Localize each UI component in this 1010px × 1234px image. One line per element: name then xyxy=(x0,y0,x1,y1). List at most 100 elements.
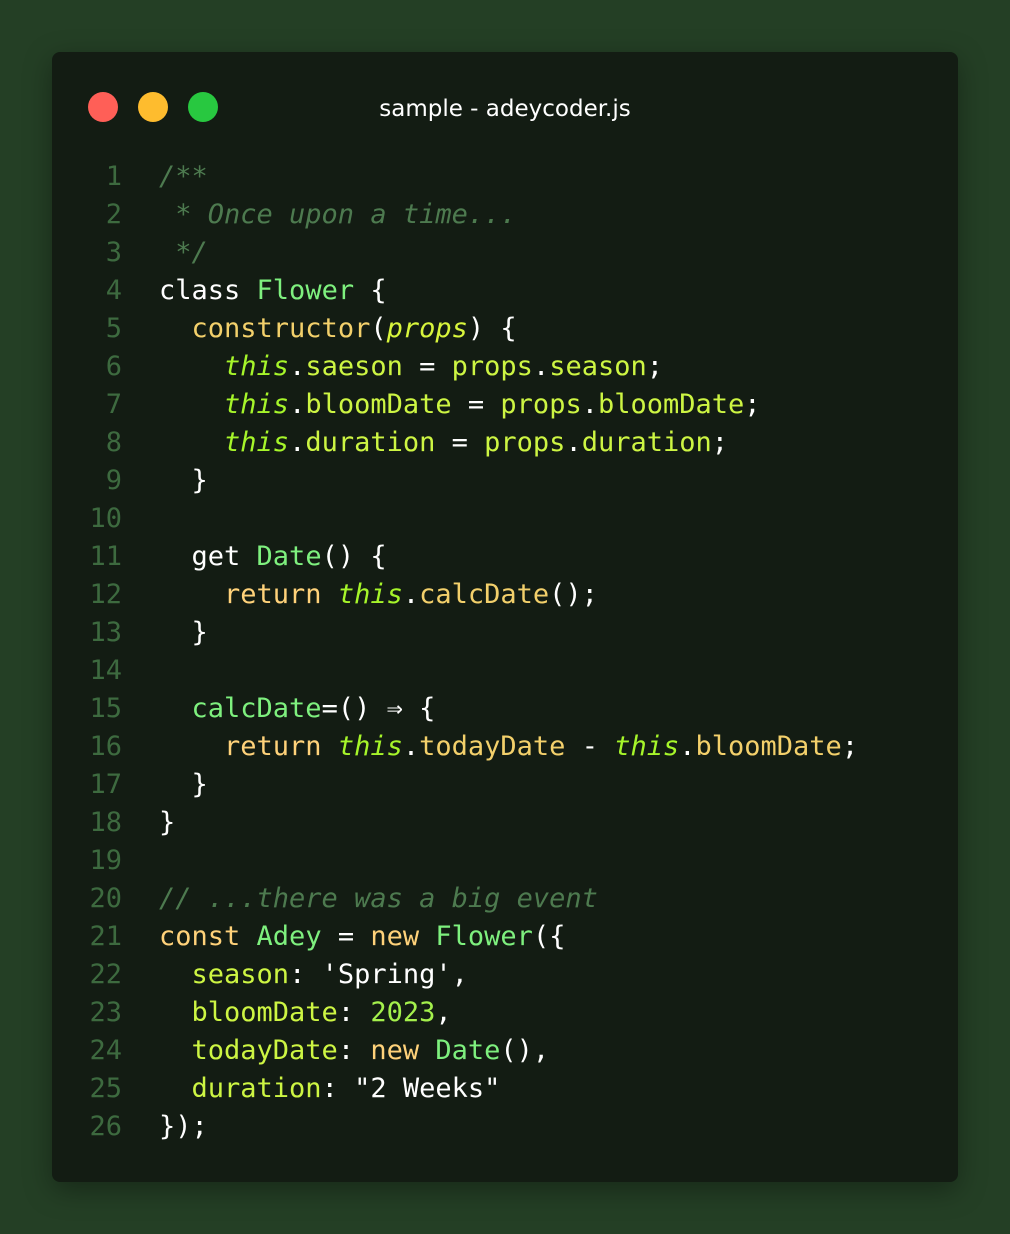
code-token: . xyxy=(402,579,420,610)
code-token: new xyxy=(370,1035,436,1066)
line-number: 9 xyxy=(105,465,122,496)
code-token: bloomDate xyxy=(191,997,338,1028)
code-token: saeson xyxy=(305,351,403,382)
code-token: Flower xyxy=(435,921,533,952)
code-editor[interactable]: 1/** 2 * Once upon a time... 3 */4 class Fl… xyxy=(52,158,958,1146)
code-token: . xyxy=(402,731,420,762)
line-number: 10 xyxy=(89,503,122,534)
code-line: 2 * Once upon a time... xyxy=(52,196,958,234)
line-number: 22 xyxy=(89,959,122,990)
code-token: calcDate xyxy=(419,579,550,610)
code-token: * Once upon a time... xyxy=(159,199,517,230)
code-token: Date xyxy=(435,1035,501,1066)
line-content: constructor(props) { xyxy=(159,310,517,348)
code-token: - xyxy=(565,731,615,762)
line-number: 7 xyxy=(105,389,122,420)
line-content: // ...there was a big event xyxy=(159,880,598,918)
code-line: 26}); xyxy=(52,1108,958,1146)
code-token: : xyxy=(289,959,322,990)
code-line: 25 duration: "2 Weeks" xyxy=(52,1070,958,1108)
code-token: (); xyxy=(549,579,598,610)
line-content: duration: "2 Weeks" xyxy=(159,1070,501,1108)
code-token: = xyxy=(402,351,452,382)
code-token: bloomDate xyxy=(695,731,842,762)
code-token: class xyxy=(159,275,257,306)
code-line: 11 get Date() { xyxy=(52,538,958,576)
code-token: = xyxy=(435,427,485,458)
code-token: , xyxy=(435,997,452,1028)
code-token: } xyxy=(159,617,208,648)
code-token: 'Spring' xyxy=(321,959,452,990)
code-token: ; xyxy=(646,351,664,382)
code-token: Adey xyxy=(256,921,322,952)
code-line: 20 // ...there was a big event xyxy=(52,880,958,918)
code-token: . xyxy=(581,389,598,420)
code-token: : xyxy=(337,997,371,1028)
code-token: this xyxy=(337,731,403,762)
window-titlebar: sample - adeycoder.js xyxy=(52,52,958,162)
code-token: */ xyxy=(159,237,208,268)
code-window: sample - adeycoder.js 1 /** 2 * Once upon … xyxy=(52,52,958,1182)
code-token: = xyxy=(321,921,371,952)
code-token: . xyxy=(565,427,582,458)
code-token: ; xyxy=(841,731,859,762)
code-token: : xyxy=(337,1035,371,1066)
code-line: 19 xyxy=(52,842,958,880)
code-token: . xyxy=(289,427,306,458)
line-content: * Once upon a time... xyxy=(159,196,517,234)
code-token: props xyxy=(386,313,468,344)
code-token: . xyxy=(679,731,696,762)
code-token: : xyxy=(321,1073,355,1104)
code-line: 13 } xyxy=(52,614,958,652)
code-token: Date xyxy=(256,541,322,572)
line-number: 20 xyxy=(89,883,122,914)
code-token: =() ⇒ { xyxy=(321,693,436,724)
line-number: 17 xyxy=(89,769,122,800)
line-content: get Date() { xyxy=(159,538,387,576)
code-line: 8 this.duration = props.duration; xyxy=(52,424,958,462)
code-line: 1 /** xyxy=(52,158,958,196)
code-line: 23 bloomDate: 2023, xyxy=(52,994,958,1032)
code-token: // ...there was a big event xyxy=(159,883,598,914)
line-content: this.saeson = props.season; xyxy=(159,348,663,386)
code-token: ({ xyxy=(532,921,566,952)
line-content: this.duration = props.duration; xyxy=(159,424,728,462)
code-token: bloomDate xyxy=(597,389,745,420)
code-line: 17 } xyxy=(52,766,958,804)
line-content: */ xyxy=(159,234,208,272)
code-line: 4 class Flower { xyxy=(52,272,958,310)
code-line: 21 const Adey = new Flower({ xyxy=(52,918,958,956)
code-token: season xyxy=(191,959,290,990)
code-token: duration xyxy=(305,427,436,458)
code-token: } xyxy=(159,769,208,800)
code-token: ; xyxy=(711,427,729,458)
code-token: todayDate xyxy=(419,731,566,762)
code-line: 18} xyxy=(52,804,958,842)
code-token: duration xyxy=(191,1073,322,1104)
line-content: class Flower { xyxy=(159,272,387,310)
line-number: 12 xyxy=(89,579,122,610)
code-line: 7 this.bloomDate = props.bloomDate; xyxy=(52,386,958,424)
code-token: ( xyxy=(370,313,387,344)
code-token: props xyxy=(484,427,566,458)
line-content: bloomDate: 2023, xyxy=(159,994,452,1032)
code-token: Flower xyxy=(256,275,355,306)
line-number: 23 xyxy=(89,997,122,1028)
code-token: () { xyxy=(321,541,387,572)
code-token: duration xyxy=(581,427,712,458)
line-number: 13 xyxy=(89,617,122,648)
line-content: /** xyxy=(159,158,208,196)
code-token: bloomDate xyxy=(305,389,452,420)
code-token: } xyxy=(159,807,176,838)
code-token: (), xyxy=(500,1035,550,1066)
code-line: 14 xyxy=(52,652,958,690)
code-token: } xyxy=(159,465,208,496)
line-number: 1 xyxy=(105,161,122,192)
line-content: }); xyxy=(159,1108,208,1146)
